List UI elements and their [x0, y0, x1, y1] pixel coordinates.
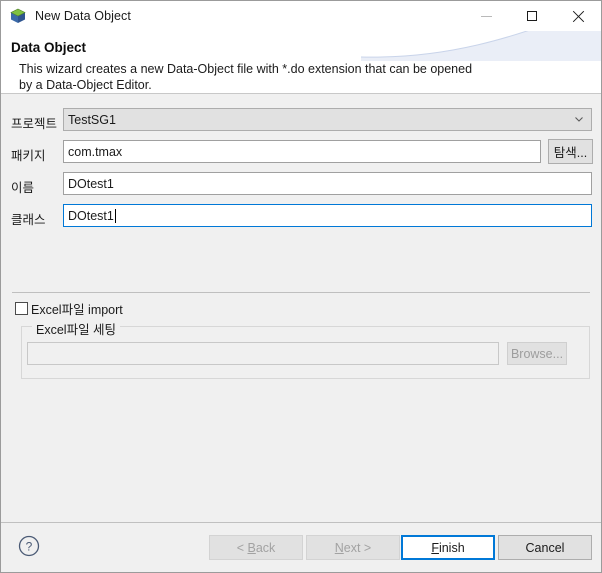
back-button[interactable]: < Back: [209, 535, 303, 560]
excel-import-checkbox[interactable]: Excel파일 import: [15, 300, 123, 317]
help-icon[interactable]: ?: [18, 535, 40, 557]
cancel-button[interactable]: Cancel: [498, 535, 592, 560]
minimize-button[interactable]: [463, 1, 509, 31]
package-label: 패키지: [11, 149, 46, 163]
excel-browse-button[interactable]: Browse...: [507, 342, 567, 365]
checkbox-box-icon: [15, 301, 28, 315]
class-label: 클래스: [11, 213, 46, 227]
wizard-header: Data Object This wizard creates a new Da…: [1, 31, 601, 94]
header-decoration: [361, 31, 601, 61]
chevron-down-icon: [575, 117, 583, 122]
class-input[interactable]: DOtest1: [63, 204, 592, 227]
excel-import-label: Excel파일 import: [31, 302, 123, 317]
window-title: New Data Object: [35, 9, 131, 23]
package-value: com.tmax: [68, 144, 123, 159]
package-browse-button[interactable]: 탐색...: [548, 139, 593, 164]
next-label: Next >: [334, 540, 372, 555]
title-bar: New Data Object: [1, 1, 601, 31]
maximize-button[interactable]: [509, 1, 555, 31]
maximize-icon: [527, 11, 537, 21]
text-caret: [114, 208, 116, 223]
close-button[interactable]: [555, 1, 601, 31]
finish-button[interactable]: Finish: [401, 535, 495, 560]
page-title: Data Object: [11, 40, 87, 55]
project-combo[interactable]: TestSG1: [63, 108, 592, 131]
next-button[interactable]: Next >: [306, 535, 400, 560]
page-description: This wizard creates a new Data-Object fi…: [19, 62, 473, 92]
project-value: TestSG1: [68, 112, 116, 127]
package-input[interactable]: com.tmax: [63, 140, 541, 163]
excel-path-input[interactable]: [27, 342, 499, 365]
class-value: DOtest1: [68, 208, 114, 223]
window-controls: [463, 1, 601, 31]
new-data-object-dialog: New Data Object Data Object This wizard …: [0, 0, 602, 573]
back-label: < Back: [236, 540, 276, 555]
name-value: DOtest1: [68, 176, 114, 191]
project-label: 프로젝트: [11, 117, 58, 131]
dialog-footer: ? < Back Next > Finish Cancel: [1, 522, 601, 572]
minimize-icon: [480, 15, 492, 17]
name-label: 이름: [11, 181, 35, 195]
name-input[interactable]: DOtest1: [63, 172, 592, 195]
close-icon: [572, 10, 585, 23]
finish-label: Finish: [431, 540, 465, 555]
excel-settings-title: Excel파일 세팅: [32, 319, 121, 338]
data-object-cube-icon: [10, 8, 26, 24]
svg-text:?: ?: [26, 540, 33, 554]
section-separator: [12, 292, 590, 293]
